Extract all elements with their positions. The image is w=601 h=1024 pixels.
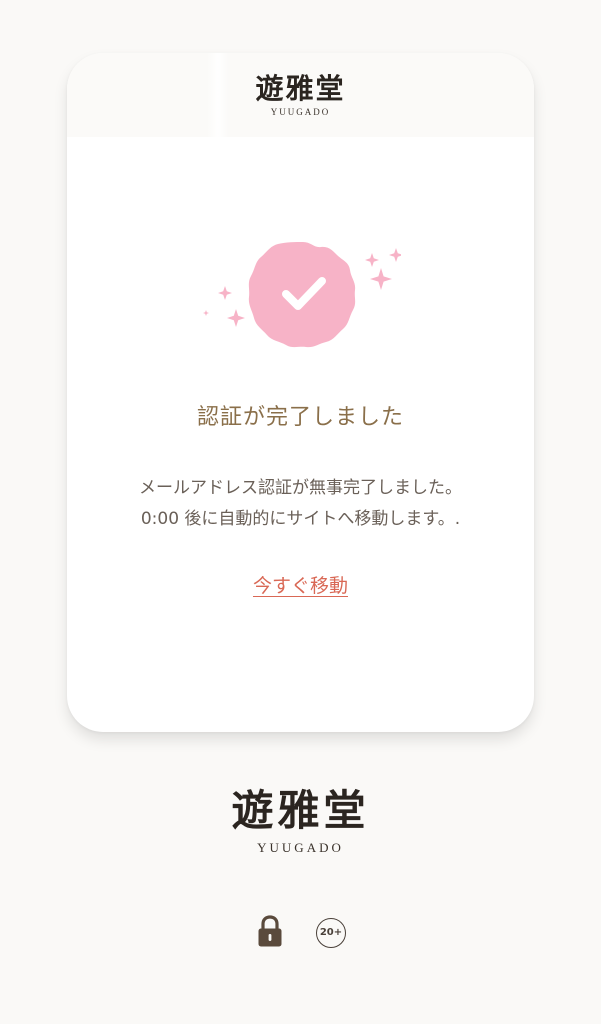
- age-20-plus-icon: 20+: [316, 918, 346, 948]
- footer-logo: 遊雅堂 YUUGADO: [0, 790, 601, 856]
- header-logo: 遊雅堂 YUUGADO: [67, 72, 534, 118]
- message-line-1: メールアドレス認証が無事完了しました。: [139, 478, 462, 498]
- footer-logo-romaji: YUUGADO: [257, 840, 344, 855]
- verification-card: 遊雅堂 YUUGADO 認証が完了しました メールアドレス認証が無事完了しました…: [67, 53, 534, 732]
- footer-logo-kanji: 遊雅堂: [231, 786, 370, 835]
- logo-romaji: YUUGADO: [270, 107, 331, 117]
- verification-message: メールアドレス認証が無事完了しました。 0:00 後に自動的にサイトへ移動します…: [67, 473, 534, 535]
- move-now-link[interactable]: 今すぐ移動: [67, 571, 534, 598]
- lock-icon: [258, 915, 282, 947]
- success-badge: [201, 233, 403, 353]
- check-badge-icon: [203, 242, 403, 348]
- logo-kanji: 遊雅堂: [255, 72, 346, 105]
- footer-icons: 20+: [255, 914, 355, 954]
- message-line-2: 0:00 後に自動的にサイトへ移動します。.: [140, 509, 461, 529]
- card-header: 遊雅堂 YUUGADO: [67, 53, 534, 137]
- verification-title: 認証が完了しました: [196, 405, 404, 430]
